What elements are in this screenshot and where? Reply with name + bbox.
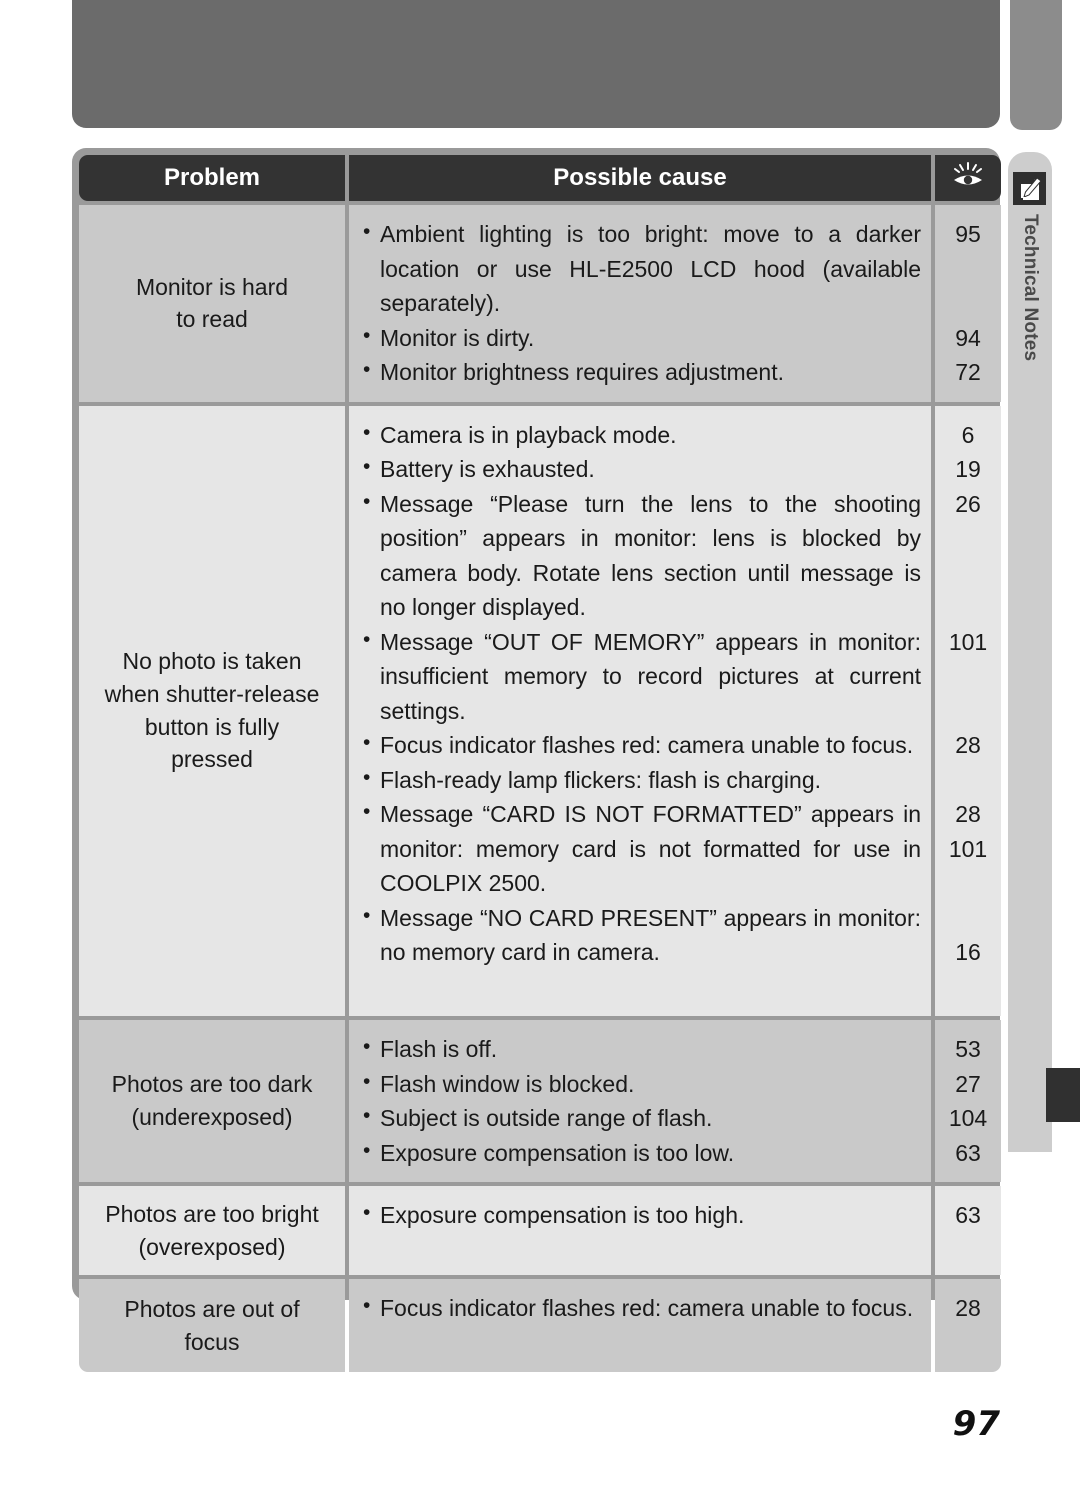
cell-problem: Photos are out of focus	[79, 1279, 345, 1373]
cell-possible-cause: Exposure compensation is too high.	[349, 1186, 931, 1276]
page-reference: 63	[955, 1202, 981, 1228]
page-reference: 28	[955, 1295, 981, 1322]
cause-item: Ambient lighting is too bright: move to …	[363, 216, 921, 321]
page-reference: 16	[955, 939, 981, 965]
cause-item: Focus indicator flashes red: camera unab…	[363, 1290, 921, 1326]
cause-item: Flash-ready lamp flickers: flash is char…	[363, 762, 921, 798]
page-edge-marker	[1046, 1068, 1080, 1122]
page-reference: 94	[955, 324, 981, 351]
cause-item: Exposure compensation is too low.	[363, 1135, 921, 1171]
cause-item: Flash is off.	[363, 1031, 921, 1067]
cell-page-reference: 63	[935, 1186, 1001, 1276]
cause-item: Flash window is blocked.	[363, 1066, 921, 1102]
page-reference: 101	[948, 628, 988, 655]
cell-page-reference: 53 27 104 63	[935, 1020, 1001, 1182]
page-reference: 28	[955, 732, 981, 758]
cause-item: Battery is exhausted.	[363, 451, 921, 487]
column-header-possible-cause: Possible cause	[349, 155, 931, 201]
column-header-page-reference	[935, 155, 1001, 201]
cell-problem: Monitor is hard to read	[79, 205, 345, 402]
cell-possible-cause: Camera is in playback mode.Battery is ex…	[349, 405, 931, 1016]
cause-item: Message “Please turn the lens to the sho…	[363, 486, 921, 625]
cause-item: Message “OUT OF MEMORY” appears in monit…	[363, 624, 921, 729]
table-header-row: Problem Possible cause	[79, 155, 1001, 201]
page-reference: 53	[955, 1036, 981, 1062]
cause-item: Camera is in playback mode.	[363, 417, 921, 453]
page-header-block	[72, 0, 1000, 128]
cause-item: Subject is outside range of flash.	[363, 1100, 921, 1136]
page-reference: 95	[955, 221, 981, 247]
cell-problem: Photos are too dark (underexposed)	[79, 1020, 345, 1182]
page-reference: 72	[955, 359, 981, 385]
table-row: No photo is taken when shutter-release but…	[79, 405, 1001, 1016]
table-row: Monitor is hardto readAmbient lighting i…	[79, 205, 1001, 402]
page-reference: 19	[955, 456, 981, 482]
troubleshooting-table: Problem Possible cause Monitor is hard t…	[72, 148, 1001, 1373]
table-row: Photos are out offocus Focus indicator fl…	[79, 1279, 1001, 1373]
page-reference: 26	[955, 490, 981, 517]
column-header-problem: Problem	[79, 155, 345, 201]
page-reference: 104	[948, 1105, 988, 1131]
table-row: Photos are too bright(overexposed) Exposu…	[79, 1186, 1001, 1276]
cause-item: Monitor is dirty.	[363, 320, 921, 356]
table-body: Monitor is hardto readAmbient lighting i…	[79, 205, 1001, 1373]
cause-item: Exposure compensation is too high.	[363, 1197, 921, 1233]
cell-possible-cause: Ambient lighting is too bright: move to …	[349, 205, 931, 402]
page-reference: 101	[948, 835, 988, 862]
cell-problem: No photo is taken when shutter-release but…	[79, 405, 345, 1016]
cell-possible-cause: Flash is off.Flash window is blocked.Sub…	[349, 1020, 931, 1182]
eye-reference-icon	[951, 161, 985, 196]
table-row: Photos are too dark(underexposed)Flash i…	[79, 1020, 1001, 1182]
cause-item: Message “NO CARD PRESENT” appears in mon…	[363, 900, 921, 970]
cell-possible-cause: Focus indicator flashes red: camera unab…	[349, 1279, 931, 1373]
cell-page-reference: 95 94 72	[935, 205, 1001, 402]
cell-page-reference: 6 19 26 101 28 28 101 16	[935, 405, 1001, 1016]
cell-problem: Photos are too bright (overexposed)	[79, 1186, 345, 1276]
cause-item: Monitor brightness requires adjustment.	[363, 354, 921, 390]
page-reference: 63	[955, 1139, 981, 1166]
page-number: 97	[952, 1404, 1000, 1444]
cell-page-reference: 28	[935, 1279, 1001, 1373]
page-reference: 28	[955, 801, 981, 827]
cause-item: Focus indicator flashes red: camera unab…	[363, 727, 921, 763]
pencil-note-icon	[1013, 172, 1046, 205]
page-reference: 6	[961, 421, 975, 448]
page-reference: 27	[955, 1070, 981, 1097]
cause-item: Message “CARD IS NOT FORMATTED” appears …	[363, 796, 921, 901]
thumb-rail	[1010, 0, 1062, 130]
section-tab-label: Technical Notes	[1020, 214, 1041, 362]
